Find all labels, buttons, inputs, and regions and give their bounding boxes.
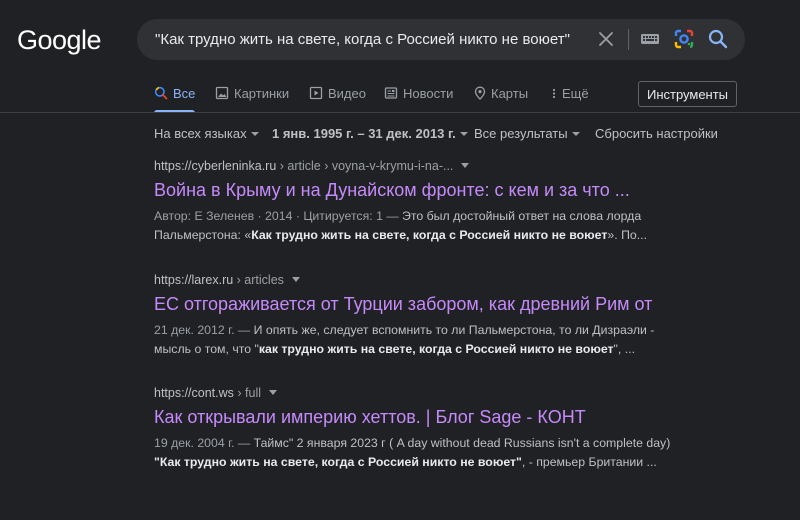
result-path: › articles (233, 273, 284, 287)
search-input[interactable]: "Как трудно жить на свете, когда с Росси… (155, 31, 570, 48)
snippet-meta: Автор: Е Зеленев · 2014 · Цитируется: 1 … (154, 209, 403, 223)
tab-label: Ещё (562, 86, 589, 101)
google-logo[interactable]: Google (17, 25, 102, 56)
search-divider (628, 29, 629, 50)
tab-label: Картинки (234, 86, 290, 101)
tab-more[interactable]: Ещё (551, 83, 589, 111)
search-icon[interactable] (707, 28, 729, 50)
tab-all[interactable]: Все (154, 83, 196, 113)
snippet-text: , - премьер Британии ... (521, 455, 657, 469)
caret-down-icon[interactable] (291, 277, 300, 283)
snippet-text: Это был достойный ответ на слова лорда (402, 209, 642, 223)
search-box[interactable]: "Как трудно жить на свете, когда с Росси… (137, 19, 745, 60)
tab-label: Карты (491, 86, 529, 101)
close-icon[interactable] (596, 29, 616, 49)
filter-label: На всех языках (154, 126, 247, 141)
results-filter[interactable]: Все результаты (474, 126, 580, 141)
date-range-filter[interactable]: 1 янв. 1995 г. – 31 дек. 2013 г. (272, 126, 468, 141)
caret-down-icon (459, 131, 468, 136)
snippet-meta: 19 дек. 2004 г. — (154, 436, 254, 450)
search-result: https://larex.ru › articles ЕС отгоражив… (154, 273, 674, 359)
caret-down-icon[interactable] (461, 163, 470, 169)
keyboard-icon[interactable] (639, 30, 661, 48)
tools-button[interactable]: Инструменты (638, 81, 737, 107)
result-url[interactable]: https://cont.ws › full (154, 386, 674, 400)
result-url[interactable]: https://cyberleninka.ru › article › voyn… (154, 159, 674, 173)
caret-down-icon[interactable] (269, 390, 277, 396)
image-icon (215, 86, 229, 100)
filter-label: Все результаты (474, 126, 568, 141)
result-snippet: Автор: Е Зеленев · 2014 · Цитируется: 1 … (154, 207, 674, 245)
tab-label: Новости (403, 86, 454, 101)
snippet-text: мысль о том, что " (154, 342, 259, 356)
snippet-highlight: Как трудно жить на свете, когда с Россие… (251, 228, 608, 242)
snippet-highlight: как трудно жить на свете, когда с Россие… (258, 342, 614, 356)
snippet-text: ", ... (613, 342, 635, 356)
filter-label: 1 янв. 1995 г. – 31 дек. 2013 г. (272, 126, 456, 141)
video-icon (309, 86, 323, 100)
result-domain: https://cont.ws (154, 386, 234, 400)
snippet-text: И опять же, следует вспомнить то ли Паль… (253, 323, 655, 337)
tab-label: Все (173, 86, 196, 101)
news-icon (384, 87, 398, 99)
snippet-highlight: "Как трудно жить на свете, когда с Росси… (154, 455, 522, 469)
result-title[interactable]: Война в Крыму и на Дунайском фронте: с к… (154, 179, 674, 201)
snippet-text: Таймс" 2 января 2023 г ( A day without d… (253, 436, 671, 450)
result-title[interactable]: ЕС отгораживается от Турции забором, как… (154, 293, 674, 315)
result-url[interactable]: https://larex.ru › articles (154, 273, 674, 287)
result-domain: https://cyberleninka.ru (154, 159, 277, 173)
tab-label: Видео (328, 86, 366, 101)
tab-images[interactable]: Картинки (215, 83, 289, 111)
map-pin-icon (474, 86, 486, 100)
result-snippet: 21 дек. 2012 г. — И опять же, следует вс… (154, 321, 674, 359)
tab-video[interactable]: Видео (309, 83, 366, 111)
tab-news[interactable]: Новости (384, 83, 453, 111)
lens-icon[interactable] (673, 28, 695, 50)
language-filter[interactable]: На всех языках (154, 126, 259, 141)
result-title[interactable]: Как открывали империю хеттов. | Блог Sag… (154, 406, 674, 428)
search-icon (154, 86, 168, 100)
snippet-text: ». По... (607, 228, 647, 242)
snippet-text: Пальмерстона: « (154, 228, 252, 242)
result-path: › full (233, 386, 261, 400)
snippet-meta: 21 дек. 2012 г. — (154, 323, 254, 337)
tab-maps[interactable]: Карты (474, 83, 528, 111)
search-result: https://cyberleninka.ru › article › voyn… (154, 159, 674, 245)
caret-down-icon (250, 131, 259, 136)
result-snippet: 19 дек. 2004 г. — Таймс" 2 января 2023 г… (154, 434, 674, 472)
reset-filters-link[interactable]: Сбросить настройки (595, 126, 718, 141)
header-divider (0, 112, 800, 113)
search-result: https://cont.ws › full Как открывали имп… (154, 386, 674, 472)
result-path: › article › voyna-v-krymu-i-na-... (276, 159, 454, 173)
caret-down-icon (571, 131, 580, 136)
more-vert-icon (552, 88, 556, 99)
result-domain: https://larex.ru (154, 273, 234, 287)
